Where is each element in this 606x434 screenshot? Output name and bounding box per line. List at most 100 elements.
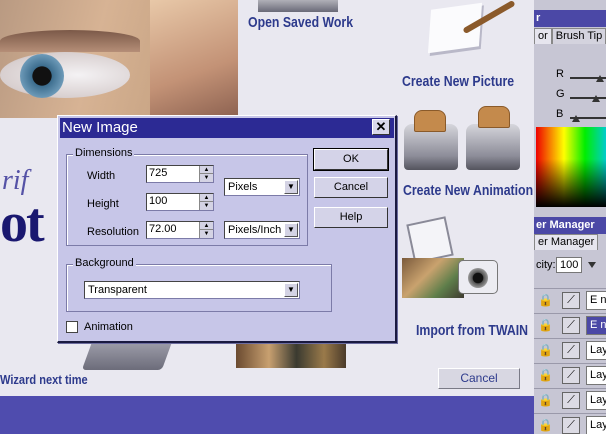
tab-layer-manager[interactable]: er Manager (534, 234, 599, 250)
layer-name[interactable]: Lay (586, 391, 606, 410)
workspace-band (0, 396, 534, 434)
cancel-label: Cancel (333, 181, 369, 193)
help-button[interactable]: Help (314, 207, 388, 228)
red-label: R (556, 68, 564, 80)
height-stepper[interactable]: 100 ▲ ▼ (146, 193, 214, 211)
resolution-stepper-arrows[interactable]: ▲ ▼ (199, 222, 213, 238)
toaster-icon[interactable] (398, 104, 526, 182)
folder-icon[interactable] (258, 0, 338, 12)
color-palette-tabs: or Brush Tip (534, 28, 606, 44)
decrement-icon[interactable]: ▼ (200, 230, 213, 238)
layer-row[interactable]: 🔒 ⟋ Lay (534, 388, 606, 412)
brush-icon[interactable]: ⟋ (562, 292, 580, 309)
scanner-lid-shape (406, 216, 454, 264)
face-image (150, 0, 238, 118)
close-icon[interactable]: ✕ (372, 119, 390, 135)
toast-right-shape (478, 106, 510, 128)
size-unit-select[interactable]: Pixels ▼ (224, 178, 300, 196)
increment-icon[interactable]: ▲ (200, 194, 213, 202)
camera-lens-shape (468, 268, 488, 288)
lock-icon[interactable]: 🔒 (538, 293, 553, 308)
chevron-down-icon[interactable]: ▼ (284, 180, 298, 194)
width-label: Width (87, 170, 116, 182)
color-palette-title[interactable]: r (534, 10, 606, 27)
layer-row[interactable]: 🔒 ⟋ Lay (534, 338, 606, 362)
paper-pencil-icon[interactable] (420, 0, 516, 60)
ok-button[interactable]: OK (313, 148, 389, 171)
color-spectrum[interactable] (536, 127, 606, 207)
height-value[interactable]: 100 (149, 195, 167, 207)
brush-icon[interactable]: ⟋ (562, 417, 580, 434)
blue-label: B (556, 108, 564, 120)
chevron-down-icon[interactable]: ▼ (284, 283, 298, 297)
increment-icon[interactable]: ▲ (200, 222, 213, 230)
height-stepper-arrows[interactable]: ▲ ▼ (199, 194, 213, 210)
resolution-unit-select[interactable]: Pixels/Inch ▼ (224, 221, 300, 239)
lock-icon[interactable]: 🔒 (538, 343, 553, 358)
green-slider[interactable]: G (556, 88, 606, 102)
layer-name[interactable]: Lay (586, 366, 606, 385)
layer-name[interactable]: Lay (586, 341, 606, 360)
dialog-title-bar[interactable]: New Image (60, 118, 394, 138)
brush-icon[interactable]: ⟋ (562, 367, 580, 384)
decrement-icon[interactable]: ▼ (200, 174, 213, 182)
create-new-animation-link[interactable]: Create New Animation (403, 182, 533, 199)
layer-row-selected[interactable]: 🔒 ⟋ E n (534, 313, 606, 337)
width-stepper-arrows[interactable]: ▲ ▼ (199, 166, 213, 182)
photos-shape (402, 258, 464, 298)
opacity-input[interactable]: 100 (556, 257, 582, 273)
open-saved-work-link[interactable]: Open Saved Work (248, 14, 353, 31)
increment-icon[interactable]: ▲ (200, 166, 213, 174)
tab-brush-tip[interactable]: Brush Tip (551, 28, 606, 44)
background-select[interactable]: Transparent ▼ (84, 281, 300, 299)
cancel-button[interactable]: Cancel (314, 177, 388, 198)
green-thumb-icon[interactable] (592, 95, 600, 102)
size-unit-value[interactable]: Pixels (228, 181, 257, 193)
animation-checkbox[interactable] (66, 321, 78, 333)
wizard-cancel-button[interactable]: Cancel (438, 368, 520, 389)
wizard-next-time-label: Wizard next time (0, 372, 88, 387)
opacity-label: city: (536, 259, 556, 271)
create-new-picture-link[interactable]: Create New Picture (402, 73, 514, 90)
ok-label: OK (343, 153, 359, 165)
iris-shape (20, 54, 64, 98)
layer-row[interactable]: 🔒 ⟋ E n (534, 288, 606, 312)
width-stepper[interactable]: 725 ▲ ▼ (146, 165, 214, 183)
blue-thumb-icon[interactable] (572, 115, 580, 122)
chevron-down-icon[interactable]: ▼ (284, 223, 298, 237)
new-image-dialog: New Image ✕ Dimensions Width 725 ▲ ▼ Heig… (57, 115, 397, 343)
resolution-value[interactable]: 72.00 (149, 223, 177, 235)
tab-color[interactable]: or (534, 28, 552, 44)
red-slider[interactable]: R (556, 68, 606, 82)
layer-row[interactable]: 🔒 ⟋ Lay (534, 413, 606, 434)
lock-icon[interactable]: 🔒 (538, 368, 553, 383)
height-label: Height (87, 198, 119, 210)
layer-name[interactable]: E n (586, 291, 606, 310)
resolution-label: Resolution (87, 226, 139, 238)
brand-logo-big: ot (0, 192, 45, 254)
background-value[interactable]: Transparent (88, 284, 147, 296)
brush-icon[interactable]: ⟋ (562, 342, 580, 359)
width-value[interactable]: 725 (149, 167, 167, 179)
lock-icon[interactable]: 🔒 (538, 318, 553, 333)
resolution-stepper[interactable]: 72.00 ▲ ▼ (146, 221, 214, 239)
lock-icon[interactable]: 🔒 (538, 418, 553, 433)
layer-manager-title[interactable]: er Manager (534, 217, 606, 234)
background-label: Background (73, 257, 136, 269)
lock-icon[interactable]: 🔒 (538, 393, 553, 408)
import-twain-link[interactable]: Import from TWAIN (416, 322, 528, 339)
camera-icon[interactable] (396, 216, 506, 306)
brush-icon[interactable]: ⟋ (562, 392, 580, 409)
green-track[interactable] (570, 97, 606, 99)
decrement-icon[interactable]: ▼ (200, 202, 213, 210)
brush-icon[interactable]: ⟋ (562, 317, 580, 334)
palette-panel: r or Brush Tip R G B er Manager er Manage… (534, 0, 606, 434)
opacity-dropdown-icon[interactable] (588, 262, 596, 268)
dimensions-label: Dimensions (73, 147, 135, 159)
layer-name[interactable]: E n (586, 316, 606, 335)
red-thumb-icon[interactable] (596, 75, 604, 82)
resolution-unit-value[interactable]: Pixels/Inch (228, 224, 281, 236)
layer-row[interactable]: 🔒 ⟋ Lay (534, 363, 606, 387)
blue-slider[interactable]: B (556, 108, 606, 122)
layer-name[interactable]: Lay (586, 416, 606, 434)
